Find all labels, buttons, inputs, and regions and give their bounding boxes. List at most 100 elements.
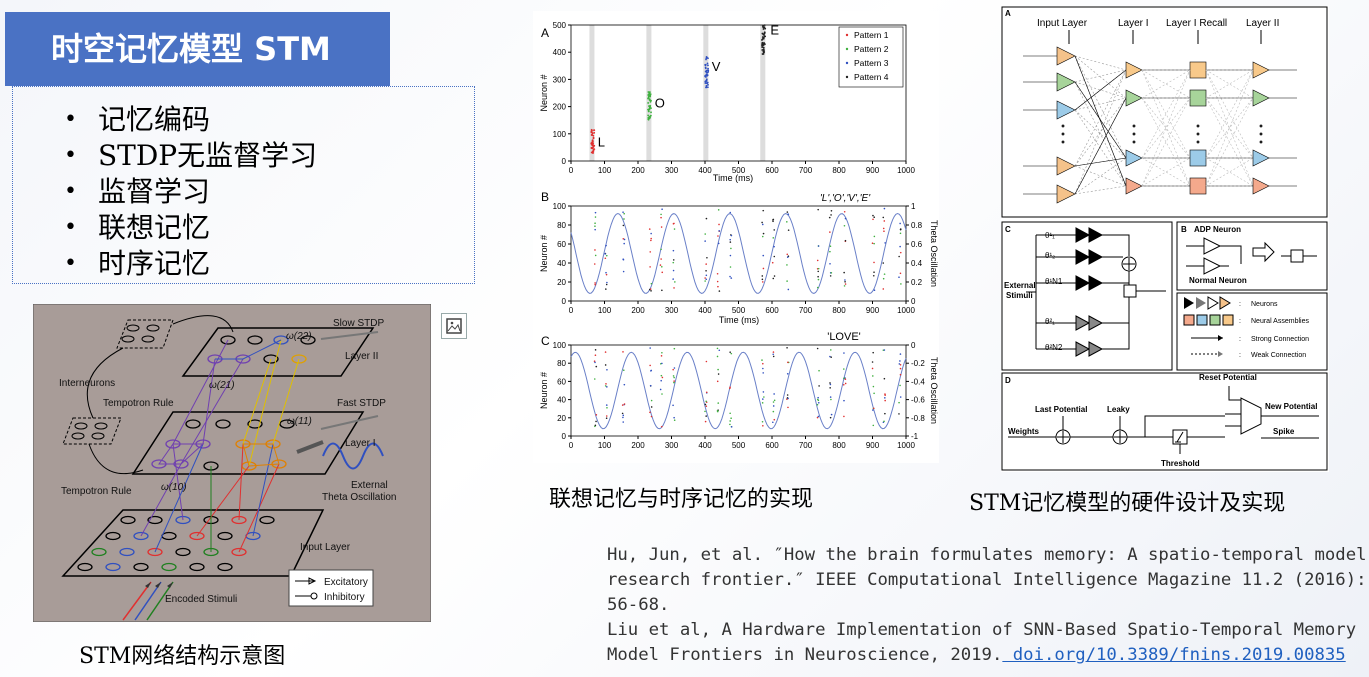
spike-dot <box>661 289 663 292</box>
spike-dot <box>718 230 720 232</box>
spike-dot <box>729 423 731 426</box>
spike-dot <box>883 220 886 222</box>
svg-text::: : <box>1239 301 1241 308</box>
spike-dot <box>772 355 775 358</box>
spike-dot <box>661 351 663 354</box>
recall-assembly <box>1189 149 1207 167</box>
spike-dot <box>787 406 789 409</box>
panel-c-xtick-label: 900 <box>866 441 880 450</box>
spike-dot <box>661 362 663 365</box>
spike-dot <box>844 378 847 380</box>
panel-a-xtick-label: 600 <box>765 166 779 175</box>
panel-c-y2tick-label: -0.2 <box>911 359 925 368</box>
legend-entry: Pattern 1 <box>854 30 889 40</box>
spike-dot <box>595 365 598 368</box>
ellipsis-dot <box>1259 124 1263 128</box>
reference-line: Liu et al, A Hardware Implementation of … <box>607 620 1357 640</box>
spike-dot <box>773 393 775 395</box>
panel-a-xtick-label: 700 <box>799 166 813 175</box>
spike-dot <box>817 245 820 247</box>
spike-dot <box>786 394 789 396</box>
spike-dot <box>763 42 765 45</box>
spike-dot <box>593 144 596 147</box>
spike-dot <box>762 398 764 400</box>
panel-a-ytick-label: 300 <box>553 75 567 84</box>
spike-dot <box>594 249 596 251</box>
spike-dot <box>762 46 765 49</box>
legend-excitatory: Excitatory <box>324 577 368 588</box>
spike-dot <box>717 242 720 245</box>
panel-a-ytick-label: 100 <box>553 130 567 139</box>
spike-dot <box>659 388 662 391</box>
panel-b-y2tick-label: 0.6 <box>911 240 923 249</box>
caption-network: STM网络结构示意图 <box>79 644 286 669</box>
spike-dot <box>673 419 676 421</box>
spike-dot <box>704 280 706 282</box>
spike-dot <box>762 25 764 28</box>
spike-dot <box>622 211 624 213</box>
spike-dot <box>649 266 651 268</box>
spike-dot <box>717 368 719 371</box>
legend-entry: Pattern 4 <box>854 72 889 82</box>
spike-dot <box>884 393 886 395</box>
spike-dot <box>647 114 650 117</box>
spike-dot <box>705 400 707 403</box>
spike-dot <box>660 258 662 260</box>
spike-dot <box>590 143 593 146</box>
spike-dot <box>594 222 596 225</box>
spike-dot <box>786 346 788 349</box>
spike-dot <box>647 93 650 96</box>
doi-link[interactable]: doi.org/10.3389/fnins.2019.00835 <box>1002 645 1346 665</box>
panel-b-xtick-label: 1000 <box>897 306 915 315</box>
spike-dot <box>604 351 607 353</box>
spike-dot <box>705 274 708 277</box>
legend-inhibitory: Inhibitory <box>324 592 365 603</box>
spike-dot <box>704 277 706 279</box>
spike-dot <box>705 278 708 281</box>
panel-c-xtick-label: 400 <box>698 441 712 450</box>
spike-dot <box>729 412 731 415</box>
spike-dot <box>843 210 846 213</box>
spike-dot <box>593 263 596 265</box>
image-insert-icon[interactable] <box>441 313 467 339</box>
spike-dot <box>817 270 820 273</box>
spike-dot <box>872 351 874 354</box>
panel-c-xtick-label: 600 <box>765 441 779 450</box>
spike-dot <box>761 223 764 226</box>
spike-dot <box>900 283 902 285</box>
spike-dot <box>761 275 764 277</box>
spike-dot <box>729 275 731 278</box>
spike-dot <box>762 372 765 374</box>
spike-dot <box>762 267 765 270</box>
bullet-item: STDP无监督学习 <box>64 138 317 174</box>
label-input-layer: Input Layer <box>300 542 351 553</box>
spike-dot <box>872 214 874 217</box>
spike-dot <box>787 361 789 364</box>
bullet-item: 时序记忆 <box>64 246 317 282</box>
spike-dot <box>649 251 652 253</box>
spike-dot <box>606 368 608 371</box>
spike-dot <box>705 82 707 85</box>
spike-dot <box>672 269 675 272</box>
spike-dot <box>660 355 663 357</box>
spike-dot <box>829 262 831 265</box>
spike-dot <box>650 232 652 235</box>
spike-dot <box>817 275 819 278</box>
hw-col-recall: Layer I Recall <box>1166 18 1227 29</box>
spike-dot <box>623 218 625 220</box>
spike-dot <box>761 278 764 281</box>
spike-dot <box>844 239 847 242</box>
spike-dot <box>705 217 708 220</box>
ellipsis-dot <box>1196 132 1200 136</box>
ellipsis-dot <box>1259 140 1263 144</box>
spike-dot <box>829 383 832 386</box>
hw-normal-label: Normal Neuron <box>1189 276 1247 285</box>
svg-text::: : <box>1239 336 1241 343</box>
panel-c-y2tick-label: 0 <box>911 341 916 350</box>
panel-a-xtick-label: 100 <box>598 166 612 175</box>
spike-dot <box>622 369 625 372</box>
spike-dot <box>704 240 706 242</box>
spike-dot <box>884 412 886 415</box>
spike-dot <box>899 272 902 275</box>
panel-c-ytick-label: 60 <box>557 377 566 386</box>
